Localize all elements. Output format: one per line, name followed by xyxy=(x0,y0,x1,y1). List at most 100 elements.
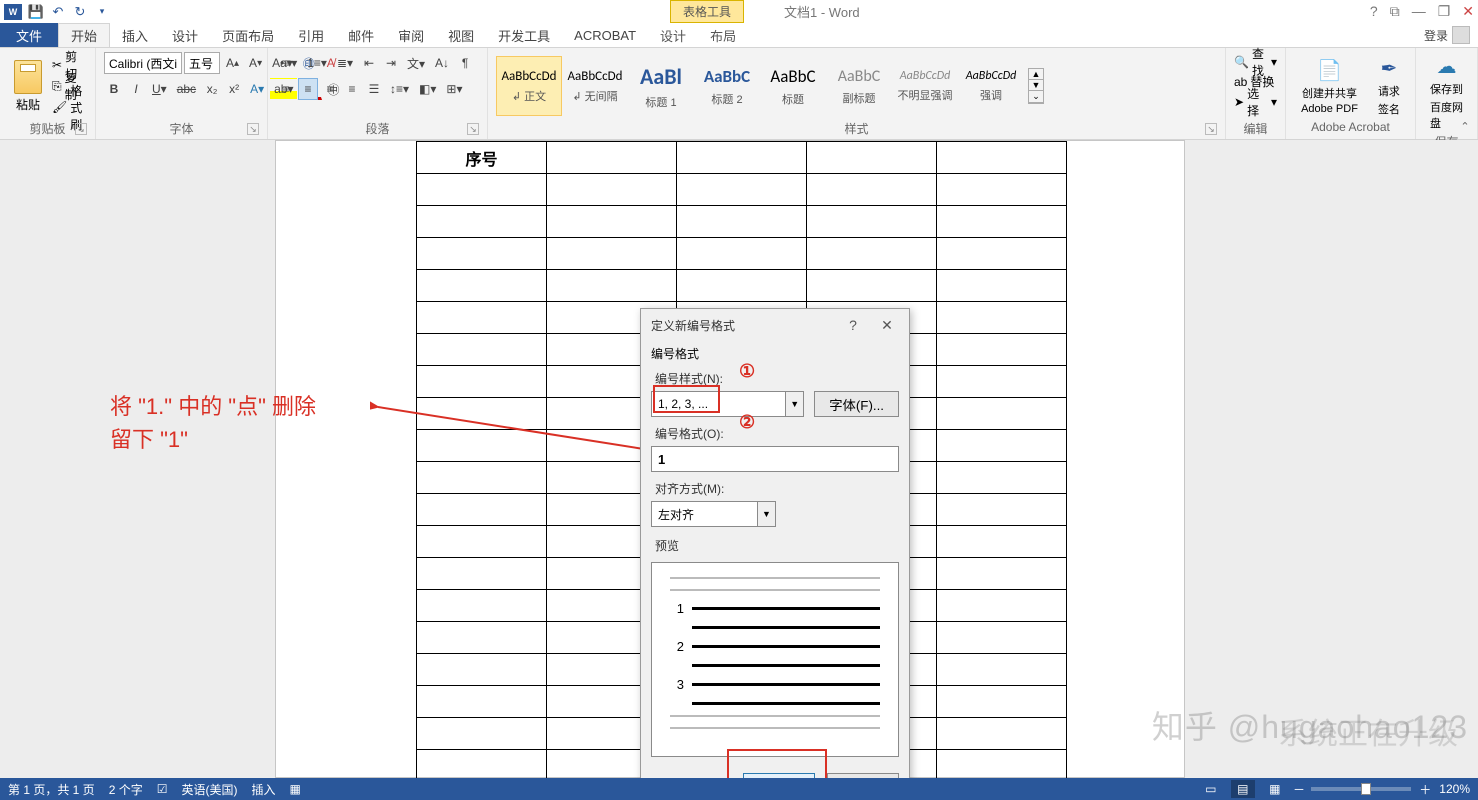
table-cell[interactable] xyxy=(807,174,937,206)
select-button[interactable]: ➤选择▾ xyxy=(1234,92,1277,111)
table-cell[interactable] xyxy=(417,206,547,238)
macro-icon[interactable]: ▦ xyxy=(289,782,300,796)
table-cell[interactable] xyxy=(417,558,547,590)
table-cell[interactable] xyxy=(547,142,677,174)
italic-button[interactable]: I xyxy=(126,78,146,100)
align-left-button[interactable]: ≡ xyxy=(276,78,296,100)
sort-button[interactable]: A↓ xyxy=(431,52,453,74)
format-painter-button[interactable]: 🖌格式刷 xyxy=(52,97,87,117)
table-cell[interactable] xyxy=(547,238,677,270)
number-format-input[interactable] xyxy=(651,446,899,472)
tab-review[interactable]: 审阅 xyxy=(386,23,436,47)
table-cell[interactable] xyxy=(937,494,1067,526)
text-effects-button[interactable]: A▾ xyxy=(246,78,268,100)
distribute-button[interactable]: ☰ xyxy=(364,78,384,100)
zoom-out-button[interactable]: ─ xyxy=(1295,782,1304,796)
font-name-select[interactable]: Calibri (西文i xyxy=(104,52,182,74)
table-cell[interactable] xyxy=(937,654,1067,686)
table-cell[interactable] xyxy=(937,334,1067,366)
style-item[interactable]: AaBbC标题 2 xyxy=(694,56,760,116)
shrink-font-button[interactable]: A▾ xyxy=(245,52,266,74)
line-spacing-button[interactable]: ↕≡▾ xyxy=(386,78,413,100)
table-cell[interactable] xyxy=(807,206,937,238)
table-cell[interactable] xyxy=(937,462,1067,494)
increase-indent-button[interactable]: ⇥ xyxy=(381,52,401,74)
number-style-select[interactable]: 1, 2, 3, ... ▼ xyxy=(651,391,804,417)
table-cell[interactable] xyxy=(417,238,547,270)
web-layout-button[interactable]: ▦ xyxy=(1263,780,1287,798)
table-cell[interactable] xyxy=(807,238,937,270)
table-cell[interactable] xyxy=(937,622,1067,654)
table-cell[interactable] xyxy=(417,750,547,779)
dialog-title-bar[interactable]: 定义新编号格式 ? ✕ xyxy=(641,309,909,341)
tab-mailings[interactable]: 邮件 xyxy=(336,23,386,47)
tab-table-layout[interactable]: 布局 xyxy=(698,23,748,47)
table-cell[interactable] xyxy=(677,174,807,206)
table-cell[interactable] xyxy=(937,558,1067,590)
table-cell[interactable] xyxy=(677,238,807,270)
table-cell[interactable] xyxy=(807,142,937,174)
table-cell[interactable] xyxy=(937,430,1067,462)
tab-table-design[interactable]: 设计 xyxy=(648,23,698,47)
tab-insert[interactable]: 插入 xyxy=(110,23,160,47)
strike-button[interactable]: abc xyxy=(173,78,200,100)
style-item[interactable]: AaBbC副标题 xyxy=(826,56,892,116)
undo-icon[interactable]: ↶ xyxy=(50,4,66,20)
justify-button[interactable]: ≡ xyxy=(342,78,362,100)
style-item[interactable]: AaBl标题 1 xyxy=(628,56,694,116)
show-marks-button[interactable]: ¶ xyxy=(455,52,475,74)
subscript-button[interactable]: x₂ xyxy=(202,78,222,100)
table-cell[interactable] xyxy=(417,270,547,302)
zoom-slider[interactable] xyxy=(1311,787,1411,791)
zoom-level[interactable]: 120% xyxy=(1439,782,1470,796)
multilevel-button[interactable]: ≣▾ xyxy=(333,52,357,74)
table-cell[interactable] xyxy=(417,590,547,622)
down-icon[interactable]: ▼ xyxy=(1029,80,1043,91)
style-item[interactable]: AaBbCcDd强调 xyxy=(958,56,1024,116)
dialog-help-button[interactable]: ? xyxy=(841,317,865,334)
grow-font-button[interactable]: A▴ xyxy=(222,52,243,74)
table-cell[interactable] xyxy=(937,686,1067,718)
table-cell[interactable] xyxy=(937,718,1067,750)
spell-check-icon[interactable]: ☑ xyxy=(157,782,168,796)
table-cell[interactable] xyxy=(937,174,1067,206)
table-cell[interactable] xyxy=(807,270,937,302)
save-icon[interactable]: 💾 xyxy=(28,4,44,20)
table-cell[interactable] xyxy=(417,462,547,494)
alignment-select[interactable]: 左对齐 ▼ xyxy=(651,501,776,527)
table-cell[interactable] xyxy=(937,302,1067,334)
table-cell[interactable] xyxy=(937,526,1067,558)
table-cell[interactable] xyxy=(417,430,547,462)
style-item[interactable]: AaBbCcDd↲ 无间隔 xyxy=(562,56,628,116)
table-cell[interactable] xyxy=(937,142,1067,174)
table-cell[interactable] xyxy=(937,238,1067,270)
asian-layout-button[interactable]: 文▾ xyxy=(403,52,429,74)
restore-button[interactable]: ❐ xyxy=(1438,3,1451,20)
tab-design[interactable]: 设计 xyxy=(160,23,210,47)
table-cell[interactable] xyxy=(937,590,1067,622)
redo-icon[interactable]: ↻ xyxy=(72,4,88,20)
table-cell[interactable] xyxy=(417,526,547,558)
bold-button[interactable]: B xyxy=(104,78,124,100)
numbering-button[interactable]: 1≡▾ xyxy=(303,52,331,74)
table-cell[interactable] xyxy=(937,750,1067,779)
table-cell[interactable] xyxy=(677,270,807,302)
print-layout-button[interactable]: ▤ xyxy=(1231,780,1255,798)
superscript-button[interactable]: x² xyxy=(224,78,244,100)
table-cell[interactable] xyxy=(677,206,807,238)
up-icon[interactable]: ▲ xyxy=(1029,69,1043,80)
read-mode-button[interactable]: ▭ xyxy=(1199,780,1223,798)
table-cell[interactable] xyxy=(417,174,547,206)
tab-developer[interactable]: 开发工具 xyxy=(486,23,562,47)
borders-button[interactable]: ⊞▾ xyxy=(442,78,466,100)
dialog-launcher-icon[interactable]: ↘ xyxy=(467,123,479,135)
dialog-launcher-icon[interactable]: ↘ xyxy=(1205,123,1217,135)
style-item[interactable]: AaBbCcDd↲ 正文 xyxy=(496,56,562,116)
style-item[interactable]: AaBbCcDd不明显强调 xyxy=(892,56,958,116)
tab-home[interactable]: 开始 xyxy=(58,23,110,47)
page-status[interactable]: 第 1 页，共 1 页 xyxy=(8,781,95,798)
table-cell[interactable] xyxy=(417,718,547,750)
insert-mode[interactable]: 插入 xyxy=(251,781,275,798)
tab-view[interactable]: 视图 xyxy=(436,23,486,47)
word-count[interactable]: 2 个字 xyxy=(109,781,143,798)
